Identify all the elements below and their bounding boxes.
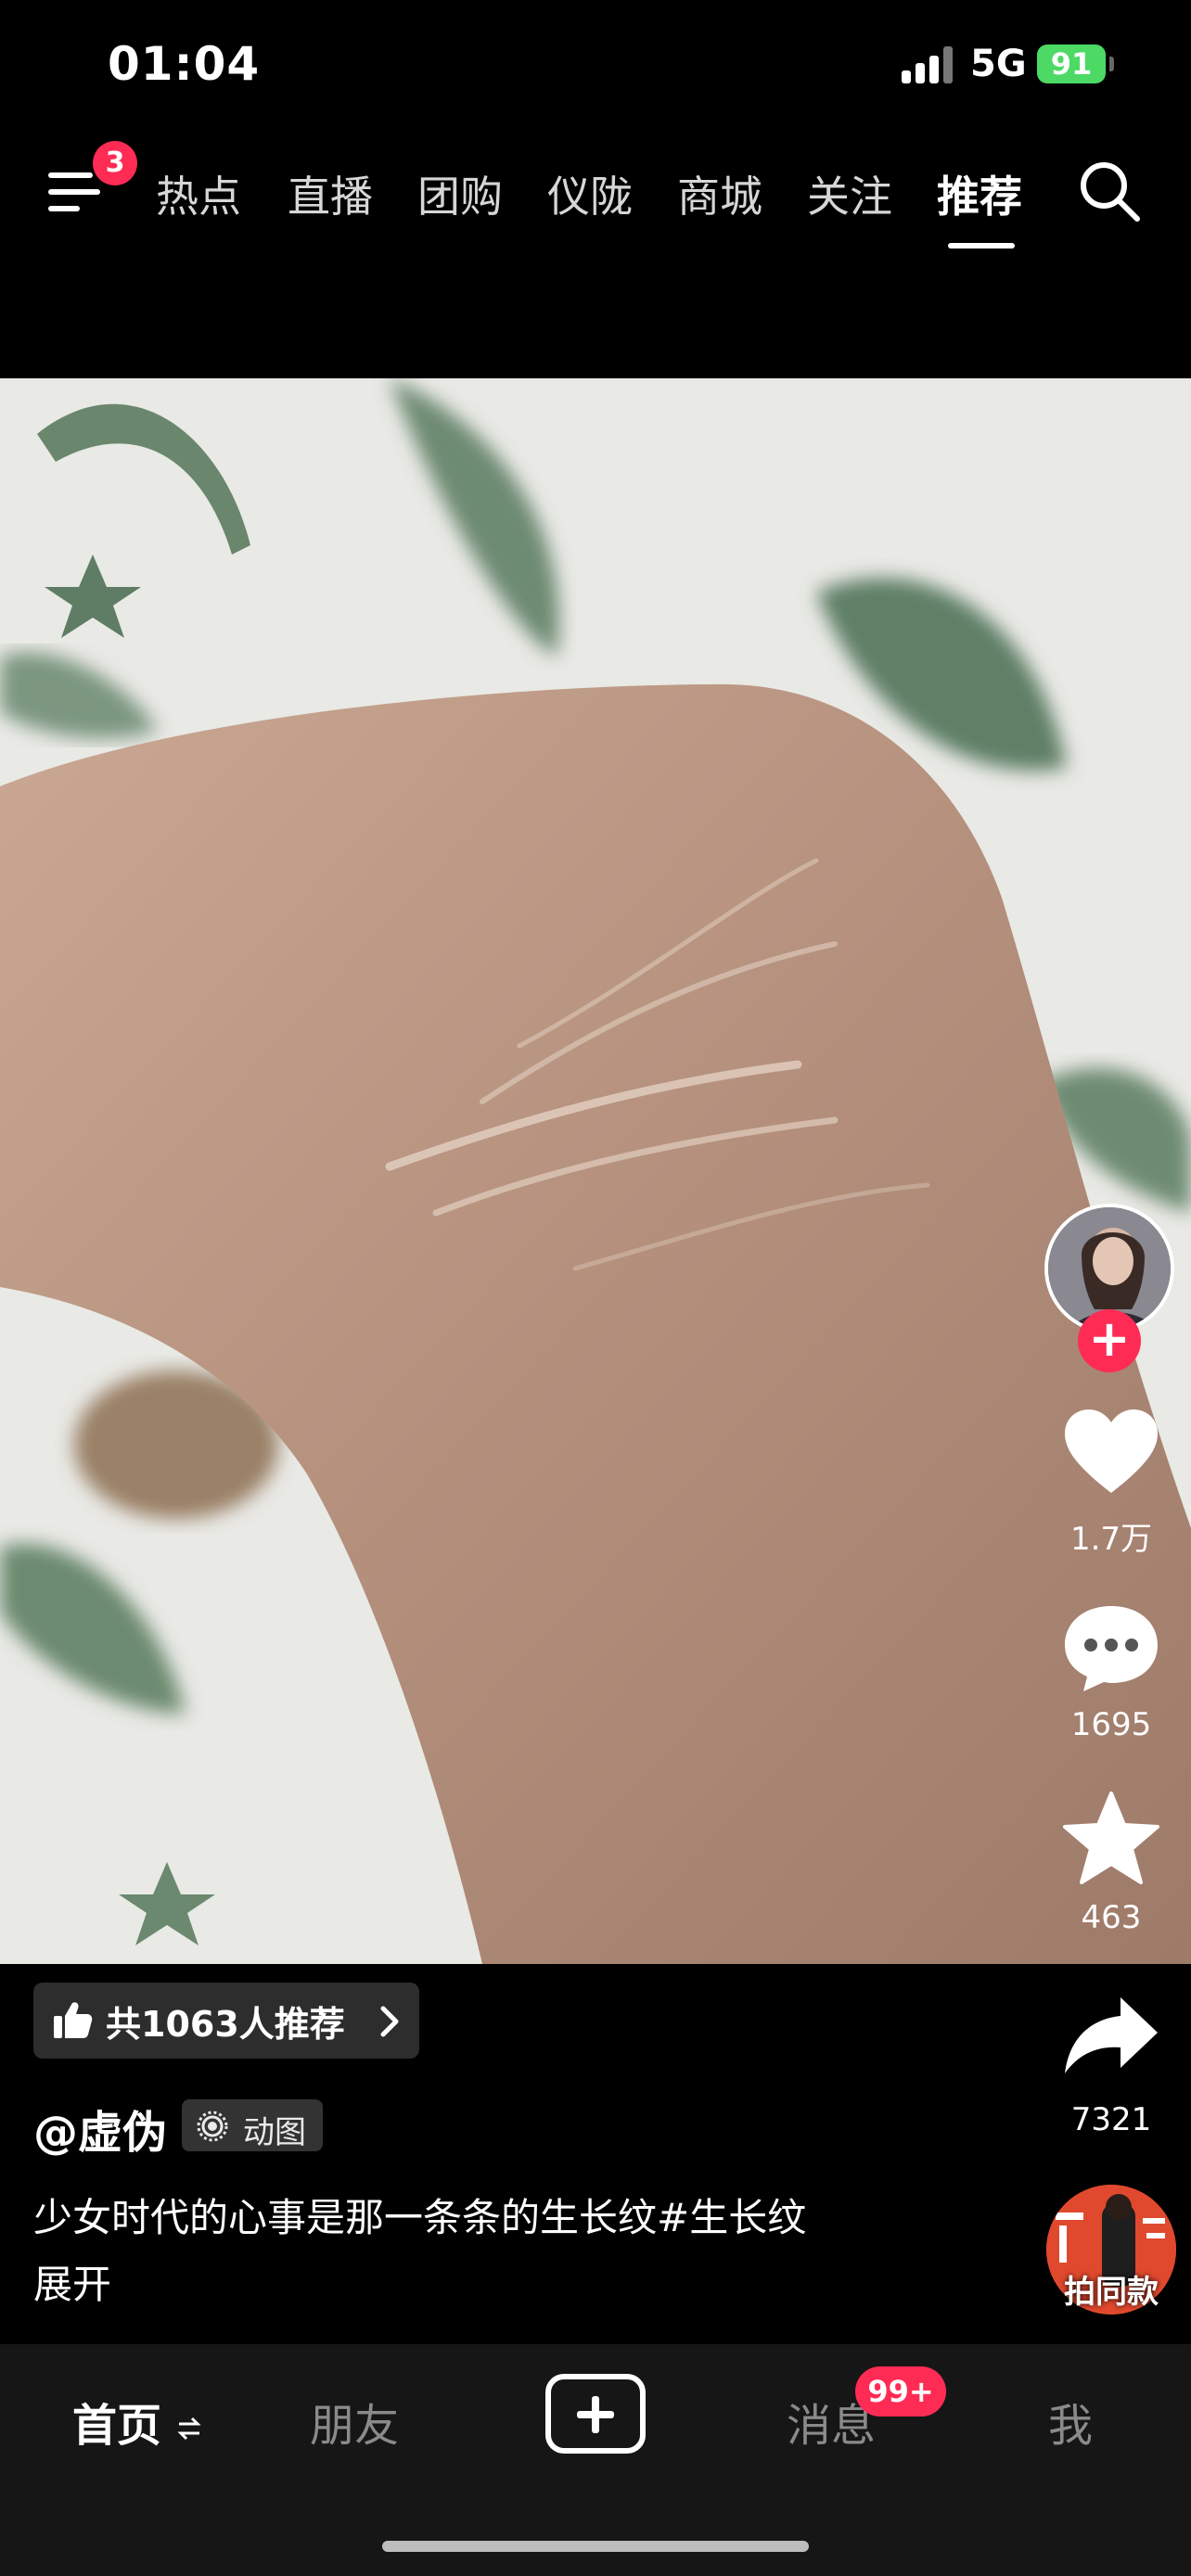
battery-tip <box>1109 57 1114 71</box>
messages-badge: 99+ <box>855 2366 946 2417</box>
follow-plus-button[interactable]: + <box>1078 1309 1141 1372</box>
tab-home-label: 首页 <box>72 2400 162 2452</box>
gif-tag-label: 动图 <box>243 2114 306 2151</box>
plus-icon <box>577 2396 614 2433</box>
expand-caption-link[interactable]: 展开 <box>33 2253 111 2310</box>
network-type: 5G <box>970 43 1027 85</box>
comment-count: 1695 <box>1070 1706 1152 1743</box>
search-icon[interactable] <box>1076 158 1143 224</box>
video-frame-image <box>0 378 1191 1964</box>
gif-tag: 动图 <box>182 2099 323 2151</box>
live-photo-icon <box>197 2111 228 2142</box>
like-heart-icon[interactable] <box>1059 1402 1163 1506</box>
favorite-star-icon[interactable] <box>1059 1788 1163 1892</box>
comment-icon[interactable] <box>1059 1595 1163 1699</box>
tab-recommended[interactable]: 推荐 <box>937 163 1022 224</box>
thumbs-up-icon <box>54 2002 93 2038</box>
home-indicator <box>382 2541 809 2552</box>
author-name[interactable]: @虚伪 <box>33 2096 167 2161</box>
battery-level: 91 <box>1050 46 1093 82</box>
tab-me[interactable]: 我 <box>1048 2389 1093 2454</box>
like-count: 1.7万 <box>1069 1521 1153 1558</box>
favorite-count: 463 <box>1081 1899 1142 1936</box>
tab-group-buy[interactable]: 团购 <box>417 163 503 224</box>
tab-local[interactable]: 仪陇 <box>547 163 633 224</box>
create-post-button[interactable] <box>545 2374 646 2454</box>
chevron-right-icon <box>380 2006 399 2037</box>
tab-mall[interactable]: 商城 <box>677 163 762 224</box>
share-count: 7321 <box>1070 2101 1152 2138</box>
share-arrow-icon[interactable] <box>1059 1984 1163 2088</box>
video-caption: 少女时代的心事是那一条条的生长纹#生长纹 <box>33 2195 807 2240</box>
recommend-count-text: 共1063人推荐 <box>106 2004 345 2045</box>
battery-icon: 91 <box>1037 45 1106 83</box>
cellular-signal-icon <box>902 46 954 83</box>
same-style-label[interactable]: 拍同款 <box>1030 2266 1191 2312</box>
recommend-pill[interactable]: 共1063人推荐 <box>33 1983 419 2059</box>
tab-live[interactable]: 直播 <box>288 163 373 224</box>
tab-home[interactable]: 首页 <box>72 2389 201 2454</box>
refresh-arrows-icon <box>177 2417 201 2441</box>
active-tab-indicator <box>948 243 1015 249</box>
tab-hot[interactable]: 热点 <box>156 163 241 224</box>
menu-notification-badge: 3 <box>93 141 137 185</box>
tab-friends[interactable]: 朋友 <box>310 2389 399 2454</box>
status-time: 01:04 <box>108 37 261 91</box>
tab-following[interactable]: 关注 <box>807 163 892 224</box>
video-player[interactable] <box>0 378 1191 1964</box>
